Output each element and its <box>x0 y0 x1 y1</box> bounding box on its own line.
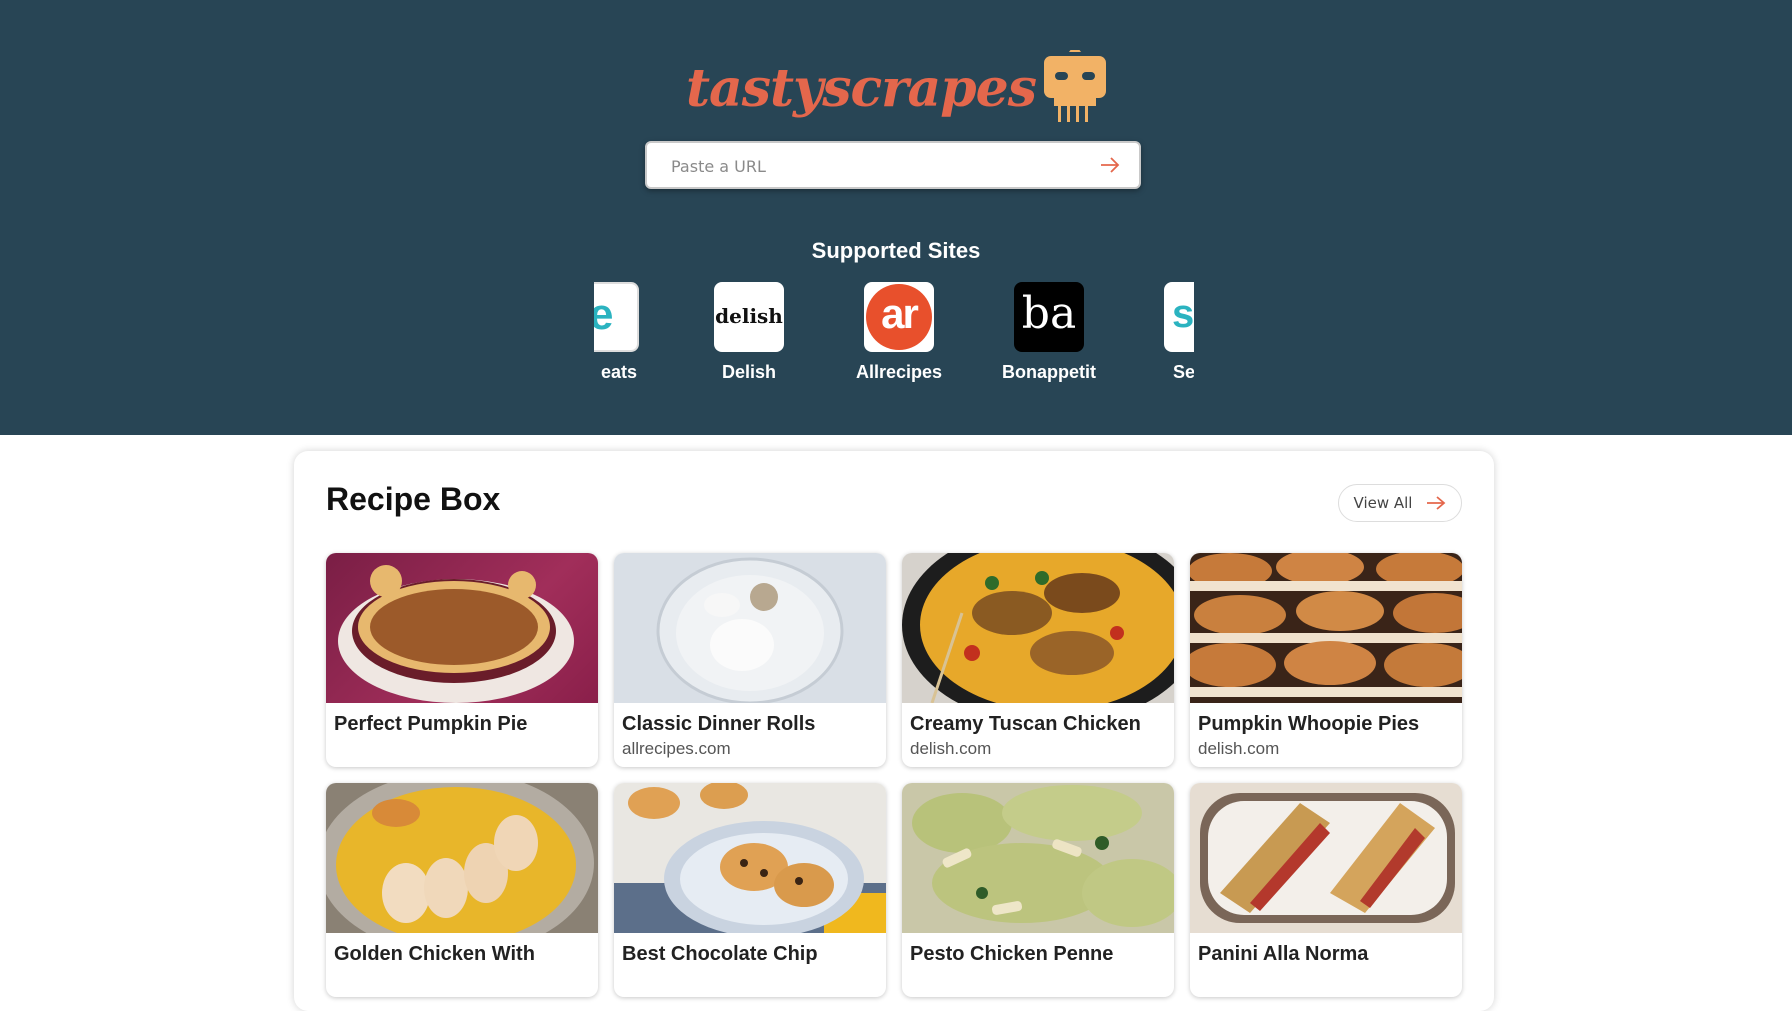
site-logo[interactable]: tastyscrapes <box>686 44 1110 130</box>
chocolate-chip-cookies-image <box>614 783 886 933</box>
recipe-grid: Perfect Pumpkin Pie Classic Dinner Rolls… <box>326 553 1462 997</box>
delish-logo-icon: delish <box>714 282 784 352</box>
view-all-button[interactable]: View All <box>1338 484 1462 522</box>
eats-logo-text: e <box>594 290 613 340</box>
recipe-title: Best Chocolate Chip <box>622 943 818 965</box>
recipe-title: Golden Chicken With <box>334 943 535 965</box>
recipe-card[interactable]: Panini Alla Norma <box>1190 783 1462 997</box>
url-input[interactable] <box>669 143 1073 189</box>
bonappetit-logo-text: ba <box>1021 288 1077 339</box>
recipe-card[interactable]: Pumpkin Whoopie Pies delish.com <box>1190 553 1462 767</box>
supported-sites-carousel[interactable]: e eats delish Delish ar Allrecipes ba Bo… <box>594 282 1194 392</box>
brand-name: tastyscrapes <box>686 58 1037 119</box>
seriouseats-logo-icon: se <box>1164 282 1194 352</box>
site-name: eats <box>600 362 638 382</box>
recipe-card[interactable]: Best Chocolate Chip <box>614 783 886 997</box>
site-item-eats[interactable]: e eats <box>594 282 674 383</box>
recipe-box-title: Recipe Box <box>326 481 501 517</box>
whoopie-pies-image <box>1190 553 1462 703</box>
tuscan-chicken-image <box>902 553 1174 703</box>
recipe-source: delish.com <box>910 739 992 758</box>
recipe-source: allrecipes.com <box>622 739 731 758</box>
recipe-title: Panini Alla Norma <box>1198 943 1369 965</box>
pesto-penne-image <box>902 783 1174 933</box>
recipe-card[interactable]: Creamy Tuscan Chicken delish.com <box>902 553 1174 767</box>
robot-mascot-icon <box>1040 44 1110 126</box>
site-name: Serious <box>1172 362 1194 382</box>
hero-header: tastyscrapes Supported Sites <box>0 0 1792 435</box>
site-item-serious[interactable]: se Serious <box>1129 282 1194 383</box>
site-name: Allrecipes <box>855 362 943 382</box>
recipe-source: delish.com <box>1198 739 1280 758</box>
allrecipes-logo-text: ar <box>881 290 919 337</box>
recipe-box-panel: Recipe Box View All Perfect Pumpkin Pie <box>294 451 1494 1011</box>
recipe-title: Creamy Tuscan Chicken <box>910 713 1141 735</box>
url-search-box[interactable] <box>645 141 1141 189</box>
panini-image <box>1190 783 1462 933</box>
delish-logo-text: delish <box>715 304 783 328</box>
golden-chicken-image <box>326 783 598 933</box>
seriouseats-logo-text: se <box>1172 292 1194 336</box>
site-name: Bonappetit <box>1002 362 1096 382</box>
dinner-rolls-image <box>614 553 886 703</box>
allrecipes-logo-icon: ar <box>864 282 934 352</box>
pumpkin-pie-image <box>326 553 598 703</box>
supported-sites-title: Supported Sites <box>811 238 981 263</box>
recipe-card[interactable]: Golden Chicken With <box>326 783 598 997</box>
recipe-title: Pesto Chicken Penne <box>910 943 1114 965</box>
site-item-delish[interactable]: delish Delish <box>679 282 819 383</box>
view-all-label: View All <box>1353 494 1413 512</box>
recipe-title: Classic Dinner Rolls <box>622 713 816 735</box>
recipe-card[interactable]: Classic Dinner Rolls allrecipes.com <box>614 553 886 767</box>
recipe-title: Perfect Pumpkin Pie <box>334 713 528 735</box>
recipe-title: Pumpkin Whoopie Pies <box>1198 713 1420 735</box>
submit-arrow-icon[interactable] <box>1099 155 1121 175</box>
site-item-allrecipes[interactable]: ar Allrecipes <box>829 282 969 383</box>
site-item-bonappetit[interactable]: ba Bonappetit <box>979 282 1119 383</box>
arrow-right-icon <box>1427 496 1446 510</box>
recipe-card[interactable]: Perfect Pumpkin Pie <box>326 553 598 767</box>
site-name: Delish <box>721 362 777 382</box>
recipe-card[interactable]: Pesto Chicken Penne <box>902 783 1174 997</box>
eats-logo-icon: e <box>594 282 639 352</box>
bonappetit-logo-icon: ba <box>1014 282 1084 352</box>
